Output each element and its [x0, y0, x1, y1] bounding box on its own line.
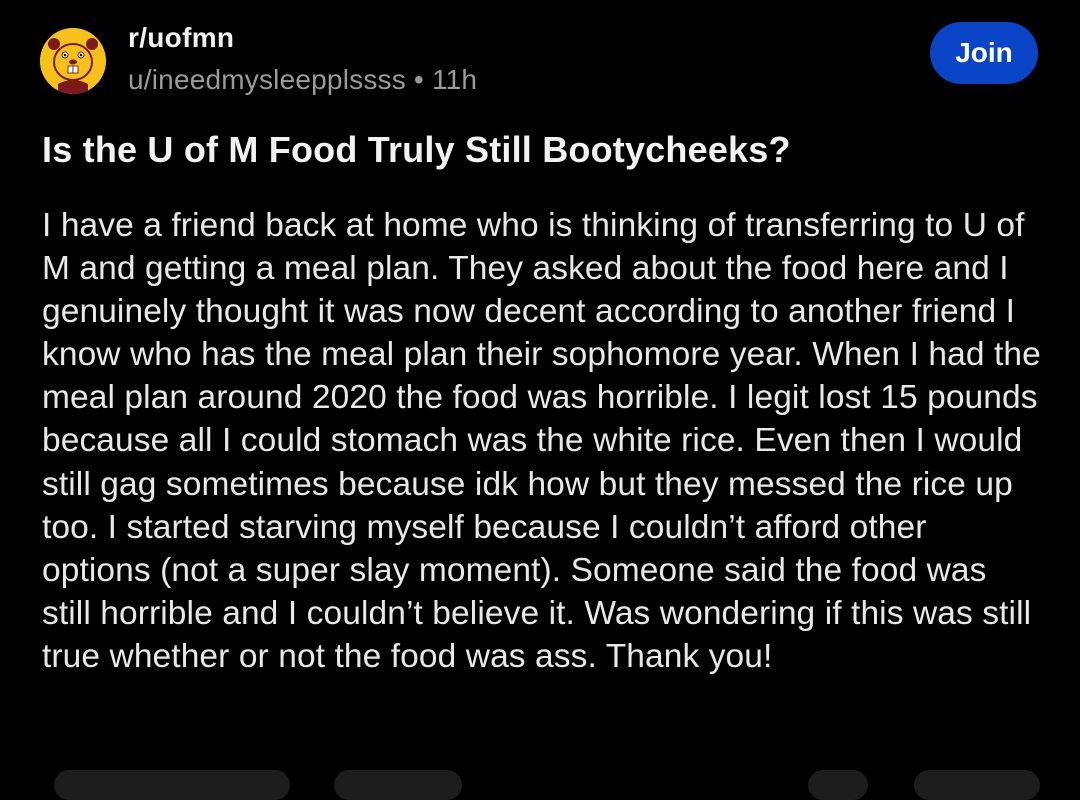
post-actions-bar [0, 770, 1080, 800]
award-pill[interactable] [808, 770, 868, 800]
post-header: r/uofmn u/ineedmysleepplssss • 11h Join [40, 22, 1040, 102]
post-age: 11h [431, 64, 478, 95]
subreddit-name[interactable]: r/uofmn [128, 22, 477, 54]
post-byline: u/ineedmysleepplssss • 11h [128, 64, 477, 96]
vote-pill[interactable] [54, 770, 290, 800]
post-meta: r/uofmn u/ineedmysleepplssss • 11h [128, 22, 477, 96]
comments-pill[interactable] [334, 770, 462, 800]
share-pill[interactable] [914, 770, 1040, 800]
post-title: Is the U of M Food Truly Still Bootychee… [42, 129, 791, 170]
join-button[interactable]: Join [930, 22, 1038, 84]
author-name[interactable]: u/ineedmysleepplssss [128, 64, 406, 95]
subreddit-avatar[interactable] [40, 28, 106, 94]
post-body: I have a friend back at home who is thin… [42, 207, 1041, 675]
gopher-mascot-icon [40, 28, 106, 94]
separator-dot: • [413, 64, 424, 95]
